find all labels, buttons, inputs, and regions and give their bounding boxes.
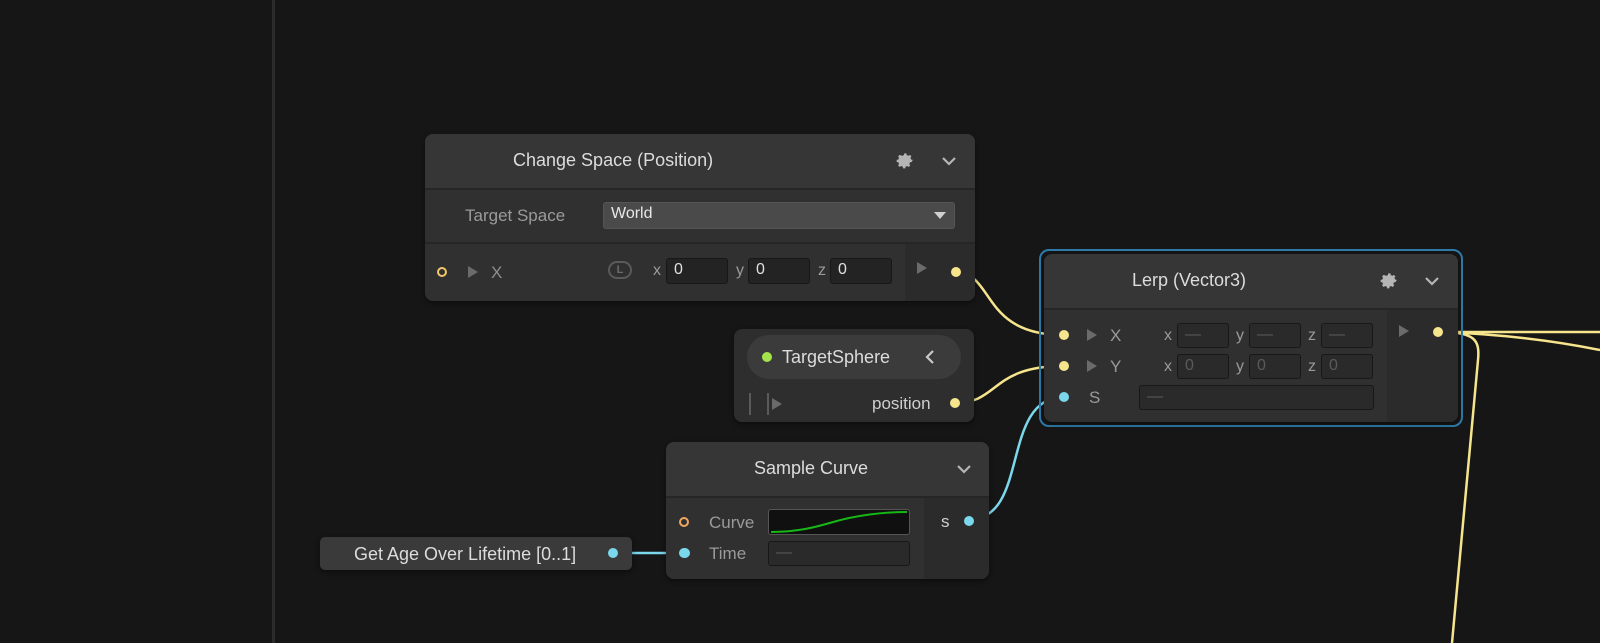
x-component-label: x xyxy=(1164,327,1172,344)
z-component-field[interactable]: 0 xyxy=(830,258,892,284)
dropdown-arrow-icon xyxy=(934,212,946,219)
expand-arrow-icon[interactable] xyxy=(1087,360,1097,372)
y-component-field[interactable]: 0 xyxy=(1249,354,1301,379)
target-space-dropdown[interactable]: World xyxy=(603,202,955,229)
output-column xyxy=(924,498,989,579)
output-port[interactable] xyxy=(951,267,961,277)
local-space-label: L xyxy=(616,264,624,276)
y-component-field[interactable]: — xyxy=(1249,323,1301,348)
input-port-x[interactable] xyxy=(437,267,447,277)
y-component-label: y xyxy=(1236,358,1244,375)
gear-icon[interactable] xyxy=(1379,271,1399,291)
output-expand-arrow-icon[interactable] xyxy=(917,262,927,274)
input-label-y: Y xyxy=(1110,357,1122,376)
chevron-down-icon[interactable] xyxy=(956,463,972,475)
x-component-label: x xyxy=(1164,358,1172,375)
chevron-down-icon[interactable] xyxy=(1424,275,1440,287)
z-component-label: z xyxy=(818,262,826,279)
y-component-label: y xyxy=(736,262,744,279)
y-component-label: y xyxy=(1236,327,1244,344)
x-component-field[interactable]: 0 xyxy=(1177,354,1229,379)
input-label-x: X xyxy=(1110,326,1122,345)
node-get-age-over-lifetime[interactable]: Get Age Over Lifetime [0..1] xyxy=(320,537,632,570)
input-port-s[interactable] xyxy=(1059,392,1069,402)
x-component-field[interactable]: 0 xyxy=(666,258,728,284)
chevron-down-icon[interactable] xyxy=(941,155,957,167)
node-header[interactable]: Change Space (Position) xyxy=(425,134,975,190)
separator-bar-icon xyxy=(749,393,751,415)
node-title: Get Age Over Lifetime [0..1] xyxy=(354,544,577,564)
y-component-field[interactable]: 0 xyxy=(748,258,810,284)
target-space-value: World xyxy=(611,205,653,222)
z-component-label: z xyxy=(1308,358,1316,375)
node-change-space[interactable]: Change Space (Position) Target Space Wor… xyxy=(425,134,975,301)
curve-label: Curve xyxy=(709,513,755,532)
node-title: Lerp (Vector3) xyxy=(1132,270,1247,290)
x-component-label: x xyxy=(653,262,661,279)
target-space-row: Target Space World xyxy=(425,190,975,244)
expand-arrow-icon[interactable] xyxy=(1087,329,1097,341)
expand-arrow-icon[interactable] xyxy=(772,398,782,410)
node-title: Sample Curve xyxy=(754,458,869,478)
z-component-label: z xyxy=(1308,327,1316,344)
node-header[interactable]: Sample Curve xyxy=(666,442,989,498)
expand-arrow-icon[interactable] xyxy=(468,266,478,278)
time-field[interactable]: — xyxy=(768,541,910,566)
property-indicator-dot xyxy=(762,352,772,362)
time-wire-endpoint xyxy=(680,548,690,558)
output-column xyxy=(1387,310,1458,422)
output-label-s: s xyxy=(941,512,950,531)
node-lerp[interactable]: Lerp (Vector3) X x — y — z — Y x 0 y 0 z… xyxy=(1044,254,1458,422)
z-component-field[interactable]: 0 xyxy=(1321,354,1373,379)
input-label-x: X xyxy=(491,263,503,282)
separator-bar-icon xyxy=(767,393,769,415)
node-sample-curve[interactable]: Sample Curve Curve Time — s xyxy=(666,442,989,579)
time-label: Time xyxy=(709,544,747,563)
input-port-x[interactable] xyxy=(1059,330,1069,340)
output-port-position[interactable] xyxy=(950,398,960,408)
input-label-s: S xyxy=(1089,388,1101,407)
output-expand-arrow-icon[interactable] xyxy=(1399,325,1409,337)
node-header[interactable]: Lerp (Vector3) xyxy=(1044,254,1458,310)
target-space-label: Target Space xyxy=(465,206,566,225)
output-label-position: position xyxy=(872,394,931,413)
node-title: Change Space (Position) xyxy=(513,150,714,170)
s-field[interactable]: — xyxy=(1139,385,1374,410)
chevron-left-icon[interactable] xyxy=(925,349,935,365)
input-port-y[interactable] xyxy=(1059,361,1069,371)
curve-field[interactable] xyxy=(768,509,910,535)
curve-preview xyxy=(770,511,908,533)
node-title: TargetSphere xyxy=(782,347,891,367)
input-port-curve[interactable] xyxy=(679,517,689,527)
output-port[interactable] xyxy=(608,548,618,558)
local-space-badge[interactable]: L xyxy=(608,261,632,279)
gear-icon[interactable] xyxy=(895,151,915,171)
position-input-row: X L x 0 y 0 z 0 xyxy=(425,244,975,301)
property-pill[interactable]: TargetSphere xyxy=(747,335,961,379)
x-component-field[interactable]: — xyxy=(1177,323,1229,348)
node-target-sphere[interactable]: TargetSphere position xyxy=(734,329,974,422)
output-port[interactable] xyxy=(1433,327,1443,337)
z-component-field[interactable]: — xyxy=(1321,323,1373,348)
output-port-s[interactable] xyxy=(964,516,974,526)
